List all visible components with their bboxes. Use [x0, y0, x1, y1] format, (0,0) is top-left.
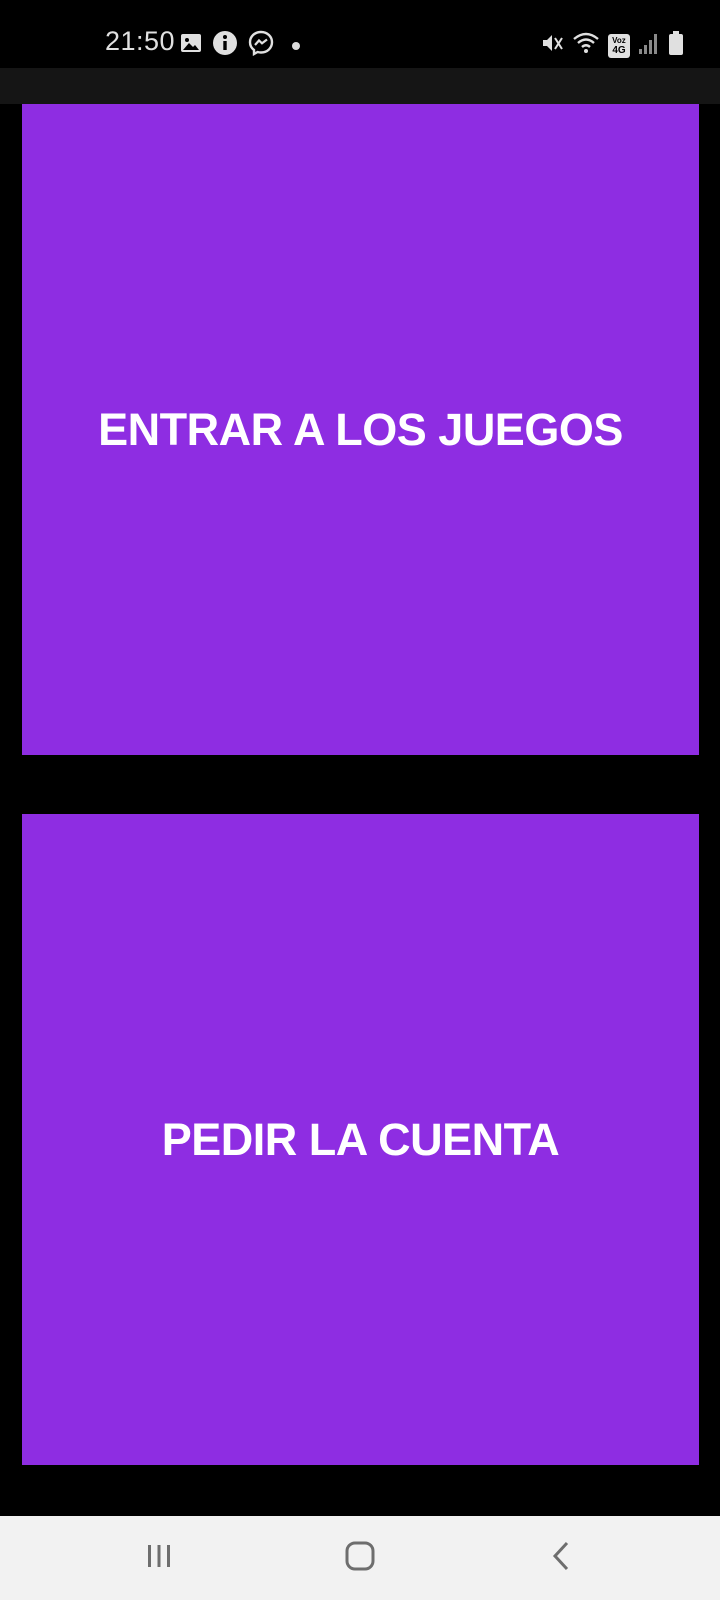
dot-icon	[292, 41, 300, 50]
navigation-bar	[0, 1516, 720, 1600]
recents-button[interactable]	[129, 1532, 189, 1584]
home-icon	[344, 1540, 376, 1577]
recents-icon	[144, 1541, 174, 1576]
volte-label-bottom: 4G	[612, 44, 626, 56]
app-bar	[0, 68, 720, 104]
wifi-icon	[572, 31, 600, 60]
request-bill-label: PEDIR LA CUENTA	[161, 1113, 560, 1165]
volte-label-top: Voz	[612, 35, 626, 45]
messenger-icon	[248, 30, 274, 61]
screen: 21:50 Voz 4G ENTRAR A LOS JUEGOS PEDIR L…	[0, 0, 720, 1600]
mute-icon	[540, 31, 564, 60]
status-left-icons	[180, 30, 300, 61]
info-icon	[212, 30, 238, 61]
home-button[interactable]	[330, 1532, 390, 1584]
status-right-icons: Voz 4G	[540, 30, 684, 61]
gallery-icon	[180, 32, 202, 59]
request-bill-button[interactable]: PEDIR LA CUENTA	[22, 814, 699, 1465]
enter-games-label: ENTRAR A LOS JUEGOS	[98, 403, 623, 455]
volte-4g-icon: Voz 4G	[608, 33, 630, 58]
back-icon	[549, 1540, 573, 1577]
signal-icon	[638, 31, 660, 60]
status-bar: 21:50 Voz 4G	[0, 0, 720, 68]
status-time: 21:50	[105, 26, 176, 56]
back-button[interactable]	[531, 1532, 591, 1584]
battery-icon	[668, 30, 684, 61]
enter-games-button[interactable]: ENTRAR A LOS JUEGOS	[22, 104, 699, 755]
